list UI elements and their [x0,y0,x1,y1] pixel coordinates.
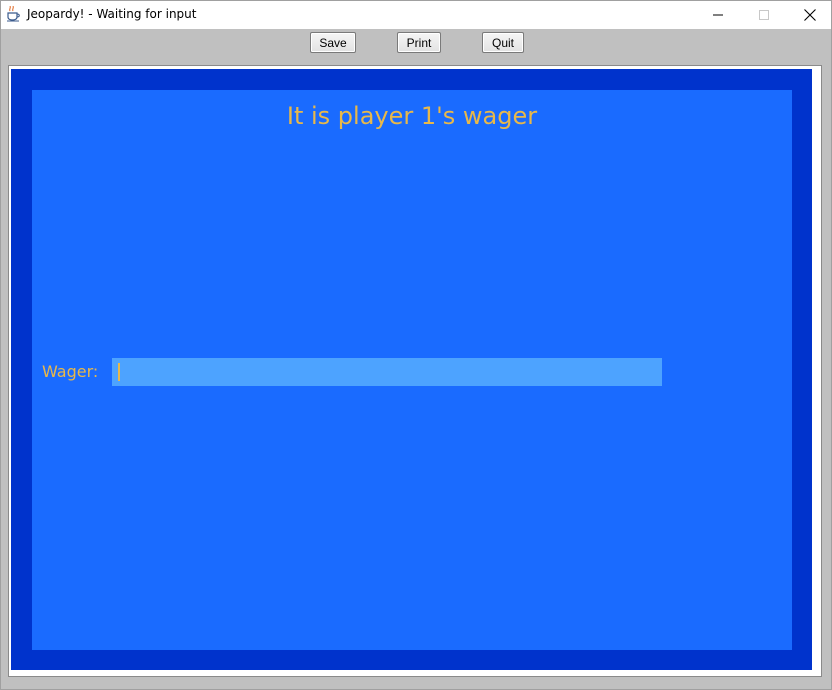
window-bottom-edge [1,678,831,689]
wager-label: Wager: [42,362,99,381]
maximize-icon [759,10,769,20]
close-button[interactable] [787,1,831,29]
print-button[interactable]: Print [397,32,441,53]
maximize-button[interactable] [741,1,787,29]
text-caret [118,363,120,381]
window-title: Jeopardy! - Waiting for input [27,7,197,21]
minimize-button[interactable] [695,1,741,29]
save-button[interactable]: Save [310,32,356,53]
minimize-icon [713,10,723,20]
java-coffee-cup-icon [6,5,22,22]
wager-input[interactable] [112,358,662,386]
app-window: Jeopardy! - Waiting for input Save Print… [0,0,832,690]
wager-heading: It is player 1's wager [286,102,538,130]
title-bar[interactable]: Jeopardy! - Waiting for input [1,1,831,29]
toolbar: Save Print Quit [1,29,831,63]
quit-button[interactable]: Quit [482,32,524,53]
close-icon [804,9,816,21]
